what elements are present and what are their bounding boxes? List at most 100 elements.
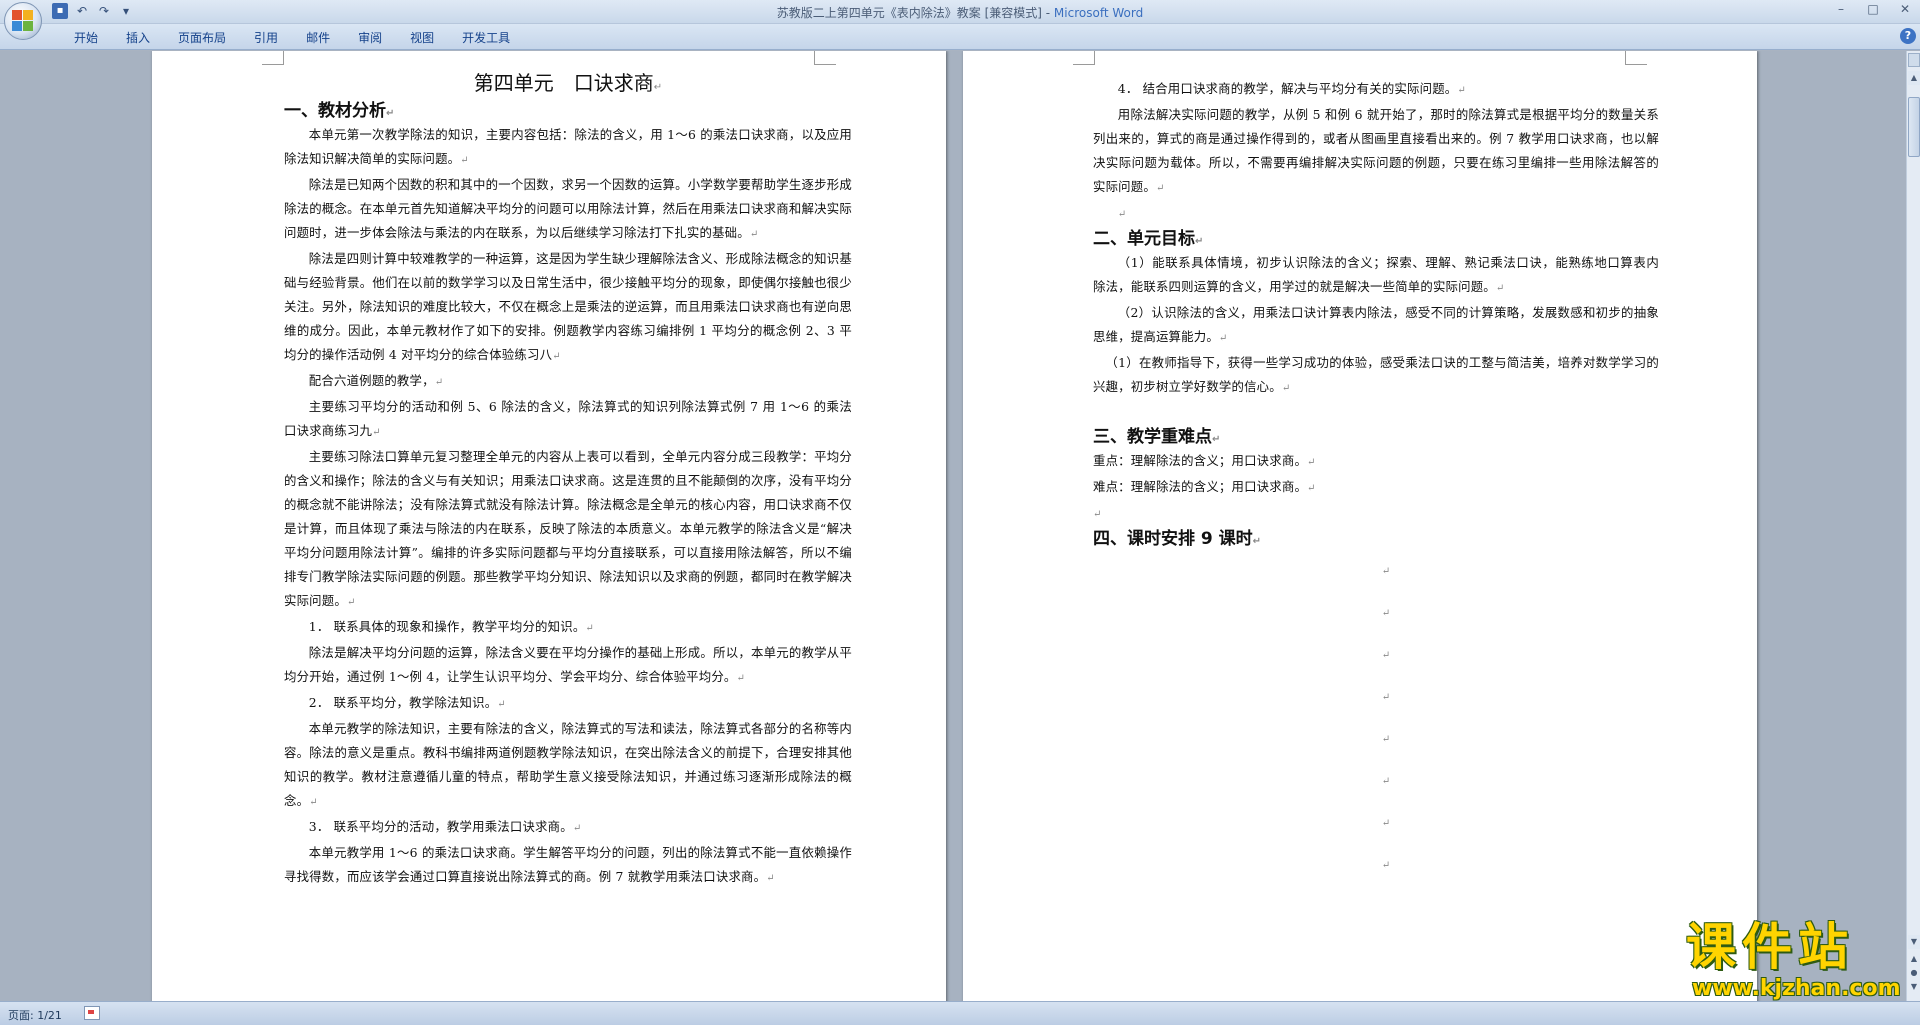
paragraph-mark: ↵ xyxy=(749,229,759,240)
paragraph-text: （1）能联系具体情境，初步认识除法的含义；探索、理解、熟记乘法口诀，能熟练地口算… xyxy=(1093,255,1685,294)
paragraph-mark: ↵ xyxy=(346,597,356,608)
paragraph: 除法是解决平均分问题的运算，除法含义要在平均分操作的基础上形成。所以，本单元的教… xyxy=(284,641,852,691)
paragraph: 4． 结合用口诀求商的教学，解决与平均分有关的实际问题。↵ xyxy=(1093,77,1659,103)
section-heading: 二、单元目标↵ xyxy=(1093,227,1659,251)
paragraph-mark: ↵ xyxy=(572,823,582,834)
paragraph: 除法是四则计算中较难教学的一种运算，这是因为学生缺少理解除法含义、形成除法概念的… xyxy=(284,247,852,369)
tab-page-layout[interactable]: 页面布局 xyxy=(164,29,240,47)
office-button[interactable] xyxy=(4,2,42,40)
paragraph-mark: ↵ xyxy=(1381,734,1391,745)
paragraph-mark: ↵ xyxy=(1117,209,1127,220)
empty-paragraph: ↵ xyxy=(1093,201,1659,227)
paragraph-text: 4． 结合用口诀求商的教学，解决与平均分有关的实际问题。 xyxy=(1117,81,1458,96)
tab-review[interactable]: 审阅 xyxy=(344,29,396,47)
heading-text: 三、教学重难点 xyxy=(1093,427,1212,447)
paragraph-text: 本单元教学的除法知识，主要有除法的含义，除法算式的写法和读法，除法算式各部分的名… xyxy=(284,721,852,808)
proofing-icon[interactable] xyxy=(84,1006,100,1020)
paragraph-text: 本单元第一次教学除法的知识，主要内容包括：除法的含义，用 1～6 的乘法口诀求商… xyxy=(284,127,852,166)
paragraph-text: 难点：理解除法的含义；用口诀求商。 xyxy=(1093,479,1308,494)
paragraph-mark: ↵ xyxy=(1457,85,1466,96)
paragraph: （2）认识除法的含义，用乘法口诀计算表内除法，感受不同的计算策略，发展数感和初步… xyxy=(1093,301,1659,351)
crop-mark xyxy=(262,51,284,65)
document-heading: 第四单元 口诀求商↵ xyxy=(284,67,852,99)
tab-insert[interactable]: 插入 xyxy=(112,29,164,47)
empty-paragraph: ↵ xyxy=(1093,635,1659,677)
paragraph-mark: ↵ xyxy=(1381,608,1391,619)
paragraph-mark: ↵ xyxy=(1307,483,1316,494)
watermark-url: www.kjzhan.com xyxy=(1692,976,1901,1001)
paragraph-text: 主要练习除法口算单元复习整理全单元的内容从上表可以看到，全单元内容分成三段教学：… xyxy=(284,449,852,608)
paragraph-mark: ↵ xyxy=(653,82,663,93)
paragraph-mark: ↵ xyxy=(1212,434,1221,445)
paragraph-text: 3． 联系平均分的活动，教学用乘法口诀求商。 xyxy=(308,819,573,834)
paragraph: 本单元教学用 1～6 的乘法口诀求商。学生解答平均分的问题，列出的除法算式不能一… xyxy=(284,841,852,891)
paragraph: 主要练习平均分的活动和例 5、6 除法的含义，除法算式的知识列除法算式例 7 用… xyxy=(284,395,852,445)
paragraph: 3． 联系平均分的活动，教学用乘法口诀求商。↵ xyxy=(284,815,852,841)
minimize-icon[interactable]: – xyxy=(1832,2,1850,16)
document-page-2[interactable]: 4． 结合用口诀求商的教学，解决与平均分有关的实际问题。↵ 用除法解决实际问题的… xyxy=(963,51,1757,1001)
paragraph: 除法是已知两个因数的积和其中的一个因数，求另一个因数的运算。小学数学要帮助学生逐… xyxy=(284,173,852,247)
paragraph-mark: ↵ xyxy=(1307,457,1316,468)
tab-view[interactable]: 视图 xyxy=(396,29,448,47)
empty-paragraph: ↵ xyxy=(1093,719,1659,761)
window-title: 苏教版二上第四单元《表内除法》教案 [兼容模式] - Microsoft Wor… xyxy=(0,4,1920,21)
empty-paragraph: ↵ xyxy=(1093,677,1659,719)
vertical-scrollbar[interactable]: ▲ ▼ ▲ ● ▼ xyxy=(1906,51,1920,1001)
page-count[interactable]: 页面: 1/21 xyxy=(8,1007,62,1023)
tab-references[interactable]: 引用 xyxy=(240,29,292,47)
maximize-icon[interactable]: □ xyxy=(1864,2,1882,16)
paragraph: 主要练习除法口算单元复习整理全单元的内容从上表可以看到，全单元内容分成三段教学：… xyxy=(284,445,852,615)
paragraph-mark: ↵ xyxy=(1381,566,1391,577)
paragraph-mark: ↵ xyxy=(1381,860,1391,871)
paragraph-mark: ↵ xyxy=(1381,818,1391,829)
tab-mailings[interactable]: 邮件 xyxy=(292,29,344,47)
heading-text: 第四单元 口诀求商 xyxy=(473,71,654,95)
heading-text: 四、课时安排 9 课时 xyxy=(1093,529,1253,549)
paragraph: 用除法解决实际问题的教学，从例 5 和例 6 就开始了，那时的除法算式是根据平均… xyxy=(1093,103,1659,201)
paragraph-text: 重点：理解除法的含义；用口诀求商。 xyxy=(1093,453,1308,468)
paragraph-mark: ↵ xyxy=(497,699,506,710)
paragraph-text: 主要练习平均分的活动和例 5、6 除法的含义，除法算式的知识列除法算式例 7 用… xyxy=(284,399,852,438)
paragraph-mark: ↵ xyxy=(1281,383,1291,394)
crop-mark xyxy=(1073,51,1095,65)
status-bar: 页面: 1/21 xyxy=(0,1001,1920,1025)
ribbon-tabs: 开始 插入 页面布局 引用 邮件 审阅 视图 开发工具 xyxy=(60,29,524,47)
scroll-down-icon[interactable]: ▼ xyxy=(1908,935,1920,949)
tab-home[interactable]: 开始 xyxy=(60,29,112,47)
paragraph-mark: ↵ xyxy=(1381,650,1391,661)
heading-text: 二、单元目标 xyxy=(1093,229,1195,249)
paragraph: （1）能联系具体情境，初步认识除法的含义；探索、理解、熟记乘法口诀，能熟练地口算… xyxy=(1093,251,1684,301)
document-title: 苏教版二上第四单元《表内除法》教案 [兼容模式] - xyxy=(776,6,1054,20)
next-page-icon[interactable]: ▼ xyxy=(1908,981,1920,993)
paragraph: （1）在教师指导下，获得一些学习成功的体验，感受乘法口诀的工整与简洁美，培养对数… xyxy=(1093,351,1659,401)
page-1-content: 第四单元 口诀求商↵ 一、教材分析↵ 本单元第一次教学除法的知识，主要内容包括：… xyxy=(284,67,852,891)
paragraph-mark: ↵ xyxy=(460,155,469,166)
document-workspace[interactable]: 第四单元 口诀求商↵ 一、教材分析↵ 本单元第一次教学除法的知识，主要内容包括：… xyxy=(0,51,1906,1001)
document-page-1[interactable]: 第四单元 口诀求商↵ 一、教材分析↵ 本单元第一次教学除法的知识，主要内容包括：… xyxy=(152,51,946,1001)
app-name: Microsoft Word xyxy=(1053,6,1144,20)
paragraph-text: 除法是已知两个因数的积和其中的一个因数，求另一个因数的运算。小学数学要帮助学生逐… xyxy=(284,177,852,240)
paragraph-mark: ↵ xyxy=(1381,692,1391,703)
paragraph-mark: ↵ xyxy=(766,873,775,884)
view-ruler-icon[interactable] xyxy=(1908,53,1920,67)
paragraph: 本单元第一次教学除法的知识，主要内容包括：除法的含义，用 1～6 的乘法口诀求商… xyxy=(284,123,852,173)
section-heading: 三、教学重难点↵ xyxy=(1093,425,1659,449)
empty-paragraph: ↵ xyxy=(1093,501,1659,527)
close-icon[interactable]: ✕ xyxy=(1896,2,1914,16)
watermark-title: 课件站 xyxy=(1686,918,1854,976)
empty-paragraph: ↵ xyxy=(1093,761,1659,803)
paragraph: 难点：理解除法的含义；用口诀求商。↵ xyxy=(1093,475,1659,501)
scroll-thumb[interactable] xyxy=(1908,97,1920,157)
select-browse-object-icon[interactable]: ● xyxy=(1908,967,1920,979)
help-icon[interactable]: ? xyxy=(1900,28,1916,44)
paragraph-mark: ↵ xyxy=(1381,776,1391,787)
paragraph-text: 配合六道例题的教学， xyxy=(308,373,435,388)
title-bar: ▪ ↶ ↷ ▾ 苏教版二上第四单元《表内除法》教案 [兼容模式] - Micro… xyxy=(0,0,1920,40)
empty-paragraph: ↵ xyxy=(1093,593,1659,635)
ribbon: 开始 插入 页面布局 引用 邮件 审阅 视图 开发工具 ? xyxy=(0,24,1920,50)
tab-developer[interactable]: 开发工具 xyxy=(448,29,524,47)
empty-paragraph: ↵ xyxy=(1093,845,1659,887)
scroll-up-icon[interactable]: ▲ xyxy=(1908,71,1920,85)
previous-page-icon[interactable]: ▲ xyxy=(1908,953,1920,965)
